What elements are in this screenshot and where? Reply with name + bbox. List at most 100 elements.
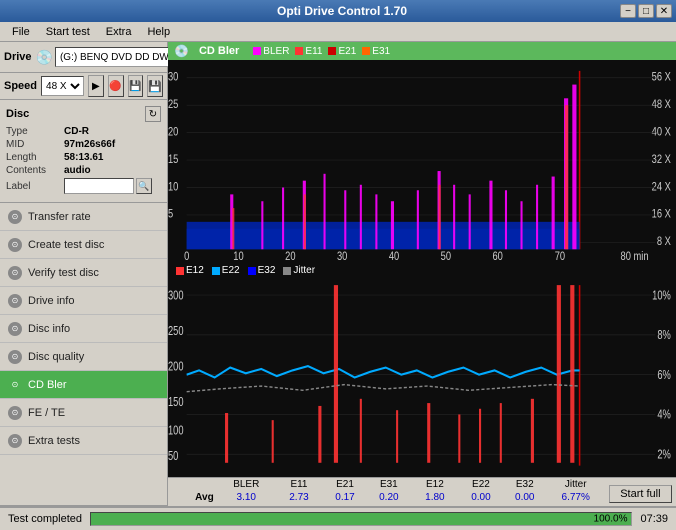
row-avg-bler: 3.10: [218, 491, 275, 504]
nav-drive-info[interactable]: ⊙ Drive info: [0, 287, 167, 315]
legend2-e22-dot: [212, 267, 220, 275]
legend-e21-dot: [328, 47, 336, 55]
drive-icon: 💿: [36, 49, 53, 66]
menu-extra[interactable]: Extra: [98, 24, 140, 40]
svg-text:2%: 2%: [657, 448, 671, 462]
disc-label-input[interactable]: [64, 178, 134, 194]
row-avg-e32: 0.00: [503, 491, 547, 504]
row-avg-e11: 2.73: [275, 491, 323, 504]
main-content: Drive 💿 (G:) BENQ DVD DD DW1640 BSRB ↻ S…: [0, 42, 676, 530]
nav-icon-create-test-disc: ⊙: [8, 238, 22, 252]
drive-section: Drive 💿 (G:) BENQ DVD DD DW1640 BSRB ↻: [0, 42, 167, 73]
disc-mid-value: 97m26s66f: [64, 139, 115, 150]
legend-e31: E31: [362, 46, 390, 57]
svg-text:56 X: 56 X: [652, 70, 672, 84]
legend2-jitter-dot: [283, 267, 291, 275]
chart-e12: 300 250 200 150 100 50 10% 8% 6% 4% 2%: [168, 278, 676, 477]
legend-e21: E21: [328, 46, 356, 57]
app-title: Opti Drive Control 1.70: [64, 4, 620, 18]
svg-text:10%: 10%: [652, 289, 671, 303]
chart-icon: 💿: [174, 44, 189, 58]
svg-text:150: 150: [168, 396, 184, 410]
label-browse-btn[interactable]: 🔍: [136, 178, 152, 194]
minimize-button[interactable]: −: [620, 4, 636, 18]
progress-percent: 100.0%: [594, 514, 628, 525]
svg-text:250: 250: [168, 325, 184, 339]
svg-text:10: 10: [168, 180, 178, 194]
col-e21: E21: [323, 478, 367, 491]
progress-bar-fill: [91, 513, 631, 525]
nav-disc-quality[interactable]: ⊙ Disc quality: [0, 343, 167, 371]
burn-btn[interactable]: 💾: [128, 75, 144, 97]
col-e11: E11: [275, 478, 323, 491]
window-controls: − □ ✕: [620, 4, 672, 18]
disc-contents-value: audio: [64, 165, 91, 176]
menu-help[interactable]: Help: [139, 24, 178, 40]
legend-e11-dot: [295, 47, 303, 55]
col-jitter: Jitter: [547, 478, 605, 491]
svg-text:25: 25: [168, 98, 178, 112]
svg-text:80 min: 80 min: [621, 250, 649, 263]
start-full-button[interactable]: Start full: [609, 485, 672, 503]
svg-text:10: 10: [233, 250, 243, 263]
progress-bar: 100.0%: [90, 512, 632, 526]
close-button[interactable]: ✕: [656, 4, 672, 18]
nav-extra-tests[interactable]: ⊙ Extra tests: [0, 427, 167, 455]
row-avg-label: Avg: [168, 491, 218, 504]
nav-label-disc-quality: Disc quality: [28, 351, 84, 363]
nav-transfer-rate[interactable]: ⊙ Transfer rate: [0, 203, 167, 231]
disc-refresh-btn[interactable]: ↻: [145, 106, 161, 122]
nav-fe-te[interactable]: ⊙ FE / TE: [0, 399, 167, 427]
nav-label-cd-bler: CD Bler: [28, 379, 67, 391]
svg-text:40 X: 40 X: [652, 125, 672, 139]
nav-cd-bler[interactable]: ⊙ CD Bler: [0, 371, 167, 399]
svg-text:70: 70: [555, 250, 565, 263]
svg-text:60: 60: [492, 250, 502, 263]
disc-type-value: CD-R: [64, 126, 89, 137]
svg-text:4%: 4%: [657, 408, 671, 422]
status-text: Test completed: [8, 513, 82, 525]
status-bar: Test completed 100.0% 07:39: [0, 506, 676, 530]
legend2-jitter: Jitter: [283, 265, 315, 276]
nav-icon-verify-test-disc: ⊙: [8, 266, 22, 280]
disc-contents-label: Contents: [6, 165, 64, 176]
disc-title: Disc: [6, 108, 29, 120]
row-avg-e22: 0.00: [459, 491, 503, 504]
nav-icon-transfer-rate: ⊙: [8, 210, 22, 224]
maximize-button[interactable]: □: [638, 4, 654, 18]
svg-text:5: 5: [168, 208, 173, 222]
svg-text:48 X: 48 X: [652, 98, 672, 112]
nav-label-drive-info: Drive info: [28, 295, 74, 307]
svg-text:30: 30: [168, 70, 178, 84]
erase-btn[interactable]: 🔴: [108, 75, 124, 97]
nav-label-extra-tests: Extra tests: [28, 435, 80, 447]
disc-type-label: Type: [6, 126, 64, 137]
legend2-e22: E22: [212, 265, 240, 276]
nav-disc-info[interactable]: ⊙ Disc info: [0, 315, 167, 343]
svg-text:200: 200: [168, 360, 184, 374]
speed-go-btn[interactable]: ▶: [88, 75, 104, 97]
menu-start-test[interactable]: Start test: [38, 24, 98, 40]
svg-text:15: 15: [168, 153, 178, 167]
chart-bler-svg: 30 25 20 15 10 5 56 X 48 X 40 X 32 X 24 …: [168, 64, 676, 263]
chart-title-bar: 💿 CD Bler BLER E11 E21 E31: [168, 42, 676, 60]
nav-icon-cd-bler: ⊙: [8, 378, 22, 392]
charts-wrapper: 30 25 20 15 10 5 56 X 48 X 40 X 32 X 24 …: [168, 60, 676, 477]
nav-verify-test-disc[interactable]: ⊙ Verify test disc: [0, 259, 167, 287]
svg-text:100: 100: [168, 424, 184, 438]
title-bar: Opti Drive Control 1.70 − □ ✕: [0, 0, 676, 22]
menu-file[interactable]: File: [4, 24, 38, 40]
legend2-e32: E32: [248, 265, 276, 276]
speed-selector[interactable]: 48 X: [41, 76, 84, 96]
chart-e12-svg: 300 250 200 150 100 50 10% 8% 6% 4% 2%: [168, 278, 676, 477]
speed-section: Speed 48 X ▶ 🔴 💾 💾: [0, 73, 167, 100]
elapsed-time: 07:39: [640, 513, 668, 525]
col-e32: E32: [503, 478, 547, 491]
row-avg-jitter: 6.77%: [547, 491, 605, 504]
svg-text:8 X: 8 X: [657, 235, 672, 249]
nav-create-test-disc[interactable]: ⊙ Create test disc: [0, 231, 167, 259]
chart-legend-1: BLER E11 E21 E31: [253, 46, 390, 57]
nav-icon-disc-info: ⊙: [8, 322, 22, 336]
nav-label-fe-te: FE / TE: [28, 407, 65, 419]
save-btn[interactable]: 💾: [147, 75, 163, 97]
